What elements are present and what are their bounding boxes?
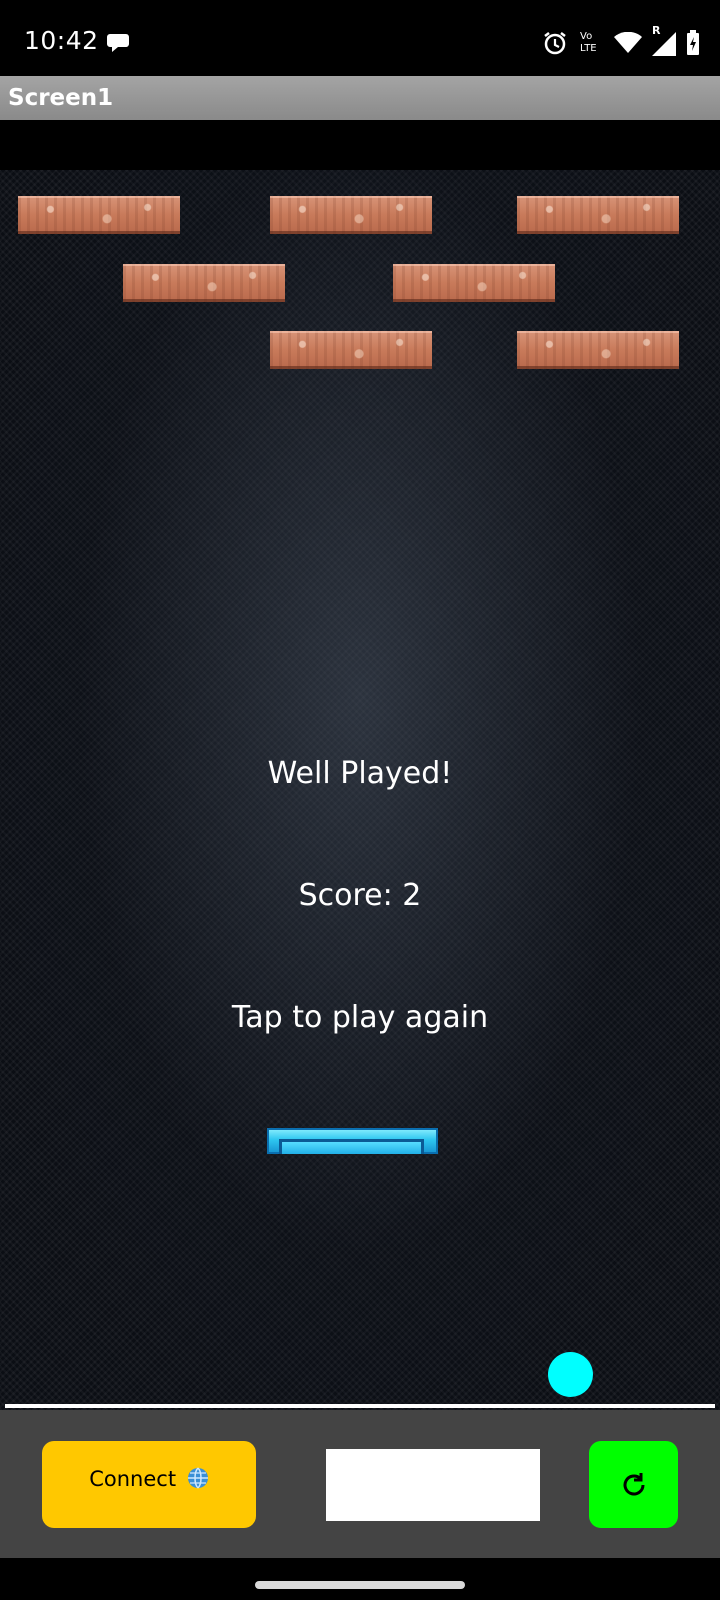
ball [548,1352,593,1397]
floor-line [5,1404,715,1408]
chat-bubble-icon [106,32,130,54]
paddle-inner [279,1139,424,1154]
brick [270,331,432,369]
globe-icon [187,1467,209,1494]
refresh-button[interactable] [589,1441,678,1528]
connect-button-content: Connect [42,1467,256,1494]
paddle[interactable] [267,1128,438,1154]
brick [123,264,285,302]
brick [393,264,555,302]
text-input-box[interactable] [326,1449,540,1521]
brick [270,196,432,234]
score-text: Score: 2 [298,878,422,913]
brick [517,196,679,234]
alarm-icon [542,30,568,56]
wifi-icon [614,32,642,54]
status-bar: 10:42 Vo LTE R [0,0,720,76]
playfield-top-strip [0,120,720,170]
refresh-icon [623,1473,645,1496]
volte-label: Vo [580,31,593,42]
roaming-label: R [652,24,661,37]
home-gesture-handle[interactable] [255,1581,465,1589]
signal-icon: R [652,24,676,56]
brick [517,331,679,369]
page-title: Screen1 [8,85,114,111]
volte-icon: Vo LTE [578,30,604,56]
navigation-bar [0,1558,720,1600]
lte-label: LTE [580,43,597,54]
status-time: 10:42 [24,26,99,55]
status-icons: Vo LTE R [542,24,700,58]
battery-charging-icon [686,30,700,56]
game-over-message: Well Played! [267,756,453,791]
app-title-bar: Screen1 [0,76,720,120]
connect-button-label: Connect [89,1467,177,1491]
brick [18,196,180,234]
play-again-prompt[interactable]: Tap to play again [0,1000,720,1035]
connect-button[interactable]: Connect [42,1441,256,1528]
